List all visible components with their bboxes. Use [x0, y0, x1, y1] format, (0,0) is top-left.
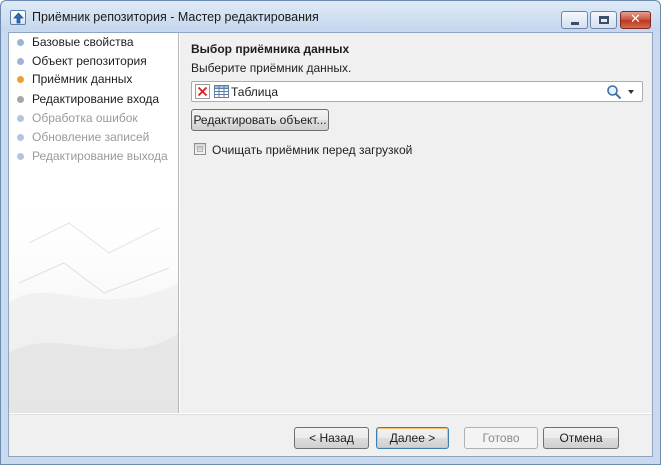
section-title: Выбор приёмника данных — [191, 42, 350, 56]
picker-value: Таблица — [231, 85, 279, 99]
step-pending-dot — [17, 96, 24, 103]
wizard-window: Приёмник репозитория - Мастер редактиров… — [0, 0, 661, 465]
data-consumer-picker[interactable]: Таблица — [191, 81, 643, 102]
back-button[interactable]: < Назад — [294, 427, 369, 449]
window-title: Приёмник репозитория - Мастер редактиров… — [32, 10, 319, 24]
step-label: Редактирование выхода — [32, 149, 168, 163]
step-base-properties[interactable]: Базовые свойства — [9, 34, 177, 52]
wizard-body: Базовые свойства Объект репозитория Приё… — [8, 32, 653, 457]
decorative-background — [9, 183, 178, 413]
wizard-steps-panel: Базовые свойства Объект репозитория Приё… — [9, 33, 179, 413]
step-label: Приёмник данных — [32, 72, 133, 86]
maximize-button[interactable] — [590, 11, 617, 29]
next-button[interactable]: Далее > — [376, 427, 449, 449]
search-icon[interactable] — [606, 84, 622, 100]
cancel-button[interactable]: Отмена — [543, 427, 619, 449]
clear-before-load-label[interactable]: Очищать приёмник перед загрузкой — [212, 143, 412, 157]
step-done-dot — [17, 58, 24, 65]
wizard-footer: < Назад Далее > Готово Отмена — [9, 414, 652, 456]
step-disabled-dot — [17, 134, 24, 141]
step-label: Базовые свойства — [32, 35, 134, 49]
title-bar[interactable]: Приёмник репозитория - Мастер редактиров… — [1, 1, 660, 31]
clear-before-load-checkbox[interactable] — [194, 143, 206, 155]
step-disabled-dot — [17, 115, 24, 122]
step-repository-object[interactable]: Объект репозитория — [9, 53, 177, 71]
step-label: Обновление записей — [32, 130, 150, 144]
finish-button: Готово — [464, 427, 538, 449]
close-icon: ✕ — [630, 12, 641, 27]
checkbox-box — [197, 146, 203, 152]
step-content: Выбор приёмника данных Выберите приёмник… — [180, 33, 652, 413]
step-label: Объект репозитория — [32, 54, 147, 68]
minimize-icon — [571, 22, 579, 25]
step-label: Обработка ошибок — [32, 111, 138, 125]
chevron-down-icon[interactable] — [628, 90, 634, 94]
step-record-update: Обновление записей — [9, 129, 177, 147]
step-output-editing: Редактирование выхода — [9, 148, 177, 166]
section-hint: Выберите приёмник данных. — [191, 61, 352, 75]
step-disabled-dot — [17, 153, 24, 160]
step-current-dot — [17, 76, 24, 83]
step-label: Редактирование входа — [32, 92, 160, 106]
step-data-consumer[interactable]: Приёмник данных — [9, 71, 177, 89]
table-icon — [214, 85, 229, 98]
step-input-editing[interactable]: Редактирование входа — [9, 91, 177, 109]
step-error-handling: Обработка ошибок — [9, 110, 177, 128]
edit-object-button[interactable]: Редактировать объект... — [191, 109, 329, 131]
repository-upload-icon — [10, 10, 26, 25]
minimize-button[interactable] — [561, 11, 588, 29]
clear-icon[interactable] — [195, 84, 210, 99]
close-button[interactable]: ✕ — [620, 11, 651, 29]
maximize-icon — [599, 16, 609, 24]
step-done-dot — [17, 39, 24, 46]
